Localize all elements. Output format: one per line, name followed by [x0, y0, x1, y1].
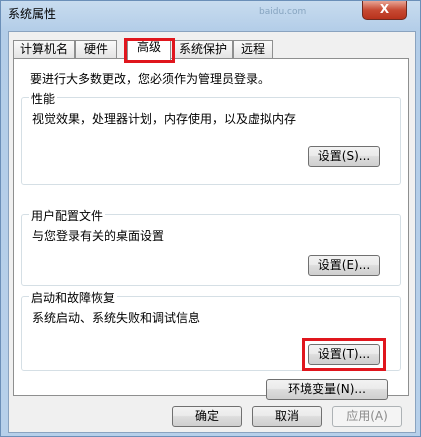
tab-remote[interactable]: 远程 [233, 40, 273, 58]
ok-button[interactable]: 确定 [172, 406, 242, 427]
cancel-button[interactable]: 取消 [252, 406, 322, 427]
user-profiles-description: 与您登录有关的桌面设置 [32, 229, 165, 243]
system-properties-window: 系统属性 baidu.com X 计算机名 硬件 高级 系统保护 远程 要进行大… [0, 0, 421, 437]
close-icon: X [379, 2, 390, 16]
performance-settings-button[interactable]: 设置(S)... [308, 146, 380, 167]
performance-description: 视觉效果，处理器计划，内存使用，以及虚拟内存 [32, 112, 297, 126]
tab-system-protection[interactable]: 系统保护 [173, 40, 233, 58]
advanced-tab-panel: 要进行大多数更改，您必须作为管理员登录。 性能 视觉效果，处理器计划，内存使用，… [13, 58, 409, 400]
tab-computer-name[interactable]: 计算机名 [13, 40, 75, 58]
startup-recovery-title: 启动和故障恢复 [29, 289, 118, 306]
startup-recovery-description: 系统启动、系统失败和调试信息 [32, 311, 201, 325]
user-profiles-group: 用户配置文件 与您登录有关的桌面设置 设置(E)... [21, 207, 401, 286]
startup-settings-highlight [302, 338, 386, 371]
user-profiles-settings-button[interactable]: 设置(E)... [308, 255, 380, 276]
environment-variables-button[interactable]: 环境变量(N)... [266, 379, 388, 400]
window-title: 系统属性 [8, 7, 57, 21]
apply-button[interactable]: 应用(A) [332, 406, 402, 427]
close-button[interactable]: X [362, 1, 407, 20]
tab-advanced-highlight [124, 38, 175, 63]
user-profiles-title: 用户配置文件 [29, 207, 106, 224]
dialog-client-area: 计算机名 硬件 高级 系统保护 远程 要进行大多数更改，您必须作为管理员登录。 … [8, 31, 416, 433]
tab-hardware[interactable]: 硬件 [75, 40, 117, 58]
startup-recovery-group: 启动和故障恢复 系统启动、系统失败和调试信息 设置(T)... [21, 289, 401, 371]
admin-note: 要进行大多数更改，您必须作为管理员登录。 [30, 72, 271, 86]
performance-group: 性能 视觉效果，处理器计划，内存使用，以及虚拟内存 设置(S)... [21, 90, 401, 185]
watermark-text: baidu.com [259, 7, 307, 17]
title-bar[interactable]: 系统属性 baidu.com X [1, 1, 421, 27]
performance-title: 性能 [29, 90, 58, 107]
